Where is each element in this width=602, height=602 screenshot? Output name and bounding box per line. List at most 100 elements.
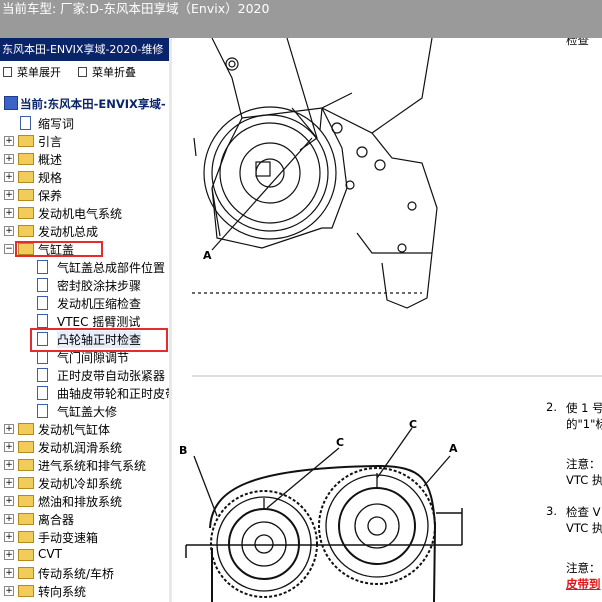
title-bar: 当前车型: 厂家:D-东风本田享域（Envix）2020 bbox=[0, 0, 602, 38]
tree-item[interactable]: + 进气系统和排气系统 bbox=[0, 456, 169, 474]
tree-item[interactable]: + 燃油和排放系统 bbox=[0, 492, 169, 510]
folder-icon bbox=[18, 207, 34, 219]
tree-item-label: 气缸盖总成部件位置 bbox=[57, 261, 166, 275]
tree-item[interactable]: 发动机压缩检查 bbox=[0, 294, 169, 312]
folder-icon bbox=[18, 567, 34, 579]
folder-icon bbox=[18, 531, 34, 543]
expand-menu-button[interactable]: 菜单展开 bbox=[3, 64, 61, 80]
tree-item[interactable]: 曲轴皮带轮和正时皮带 bbox=[0, 384, 169, 402]
note-1-label: 注意： bbox=[566, 457, 601, 471]
tree-item[interactable]: 气缸盖大修 bbox=[0, 402, 169, 420]
tree-item-label: 进气系统和排气系统 bbox=[38, 459, 147, 473]
document-icon bbox=[37, 278, 48, 292]
tree-root-label: 当前:东风本田-ENVIX享域- bbox=[20, 97, 166, 111]
belt-link[interactable]: 皮带到 bbox=[566, 576, 601, 592]
document-icon bbox=[37, 314, 48, 328]
tree-item[interactable]: + 转向系统 bbox=[0, 582, 169, 600]
tree-item[interactable]: + 引言 bbox=[0, 132, 169, 150]
expand-toggle-icon[interactable]: + bbox=[4, 226, 14, 236]
tree-item-label: 发动机润滑系统 bbox=[38, 441, 123, 455]
tree-item[interactable]: 正时皮带自动张紧器 bbox=[0, 366, 169, 384]
folder-icon bbox=[18, 189, 34, 201]
folder-icon bbox=[18, 459, 34, 471]
expand-toggle-icon[interactable]: + bbox=[4, 208, 14, 218]
tree-item-label: 密封胶涂抹步骤 bbox=[57, 279, 142, 293]
collapse-toggle-icon[interactable]: − bbox=[4, 244, 14, 254]
tree-item[interactable]: + 发动机总成 bbox=[0, 222, 169, 240]
document-icon bbox=[37, 386, 48, 400]
expand-toggle-icon[interactable]: + bbox=[4, 550, 14, 560]
expand-toggle-icon[interactable]: + bbox=[4, 532, 14, 542]
document-icon bbox=[37, 350, 48, 364]
expand-toggle-icon[interactable]: + bbox=[4, 172, 14, 182]
document-icon bbox=[37, 404, 48, 418]
step-2-line-1: 使 1 号 bbox=[566, 401, 602, 415]
expand-toggle-icon[interactable]: + bbox=[4, 460, 14, 470]
document-icon bbox=[37, 260, 48, 274]
tree-item[interactable]: 缩写词 bbox=[0, 114, 169, 132]
tree-item[interactable]: + 发动机冷却系统 bbox=[0, 474, 169, 492]
tree-item-label: 手动变速箱 bbox=[38, 531, 99, 545]
sidebar-header: 东风本田-ENVIX享域-2020-维修 bbox=[0, 38, 169, 61]
folder-icon bbox=[18, 549, 34, 561]
expand-toggle-icon[interactable]: + bbox=[4, 442, 14, 452]
step-2-number: 2. bbox=[546, 400, 557, 414]
callout-c2-figure2: C bbox=[409, 418, 417, 431]
folder-icon bbox=[18, 225, 34, 237]
expand-toggle-icon[interactable]: + bbox=[4, 136, 14, 146]
tree-item-label: 正时皮带自动张紧器 bbox=[57, 369, 166, 383]
expand-toggle-icon[interactable]: + bbox=[4, 190, 14, 200]
tree-item-label: 传动系统/车桥 bbox=[38, 567, 115, 581]
diagram-canvas: A B C C A bbox=[179, 38, 602, 602]
tree-item-label: 转向系统 bbox=[38, 585, 87, 599]
tree-item-label: 发动机总成 bbox=[38, 225, 99, 239]
tree-item[interactable]: + 发动机润滑系统 bbox=[0, 438, 169, 456]
callout-a-figure2: A bbox=[449, 442, 458, 455]
sidebar: 东风本田-ENVIX享域-2020-维修 菜单展开 菜单折叠 当前:东风本田-E… bbox=[0, 38, 170, 602]
document-icon bbox=[37, 368, 48, 382]
folder-icon bbox=[18, 513, 34, 525]
tree-item[interactable]: + 规格 bbox=[0, 168, 169, 186]
tree-item[interactable]: 气缸盖总成部件位置 bbox=[0, 258, 169, 276]
document-icon bbox=[37, 296, 48, 310]
step-3-line-2: VTC 执 bbox=[566, 521, 602, 535]
figure-cam-sprockets bbox=[185, 427, 463, 602]
folder-icon bbox=[18, 423, 34, 435]
tree-item-label: 发动机气缸体 bbox=[38, 423, 111, 437]
sidebar-toolbar: 菜单展开 菜单折叠 bbox=[0, 61, 169, 81]
tree-item[interactable]: + CVT bbox=[0, 546, 169, 564]
folder-icon bbox=[18, 585, 34, 597]
callout-b-figure2: B bbox=[179, 444, 187, 457]
note-1-text: VTC 执 bbox=[566, 473, 602, 487]
tree-item[interactable]: + 概述 bbox=[0, 150, 169, 168]
callout-a-figure1: A bbox=[203, 249, 212, 262]
expand-toggle-icon[interactable]: + bbox=[4, 478, 14, 488]
folder-icon bbox=[18, 477, 34, 489]
document-icon bbox=[20, 116, 31, 130]
tree-item[interactable]: + 保养 bbox=[0, 186, 169, 204]
folder-icon bbox=[18, 171, 34, 183]
expand-toggle-icon[interactable]: + bbox=[4, 154, 14, 164]
expand-toggle-icon[interactable]: + bbox=[4, 424, 14, 434]
folder-icon bbox=[18, 495, 34, 507]
figure-engine-pulley bbox=[192, 38, 438, 309]
expand-toggle-icon[interactable]: + bbox=[4, 514, 14, 524]
tree-item[interactable]: + 离合器 bbox=[0, 510, 169, 528]
expand-toggle-icon[interactable]: + bbox=[4, 568, 14, 578]
tree-item-label: 概述 bbox=[38, 153, 63, 167]
expand-toggle-icon[interactable]: + bbox=[4, 496, 14, 506]
tree-item-label: 燃油和排放系统 bbox=[38, 495, 123, 509]
tree-item[interactable]: + 发动机气缸体 bbox=[0, 420, 169, 438]
tree-item[interactable]: + 发动机电气系统 bbox=[0, 204, 169, 222]
callout-c1-figure2: C bbox=[336, 436, 344, 449]
collapse-menu-button[interactable]: 菜单折叠 bbox=[78, 64, 136, 80]
expand-icon bbox=[3, 67, 12, 77]
tree-item[interactable]: + 手动变速箱 bbox=[0, 528, 169, 546]
tree-item-label: CVT bbox=[38, 547, 62, 561]
tree-item[interactable]: + 传动系统/车桥 bbox=[0, 564, 169, 582]
expand-toggle-icon[interactable]: + bbox=[4, 586, 14, 596]
vehicle-title: 当前车型: 厂家:D-东风本田享域（Envix）2020 bbox=[2, 1, 270, 16]
tree-item-label: 保养 bbox=[38, 189, 63, 203]
tree-root[interactable]: 当前:东风本田-ENVIX享域- bbox=[4, 96, 166, 114]
tree-item[interactable]: 密封胶涂抹步骤 bbox=[0, 276, 169, 294]
